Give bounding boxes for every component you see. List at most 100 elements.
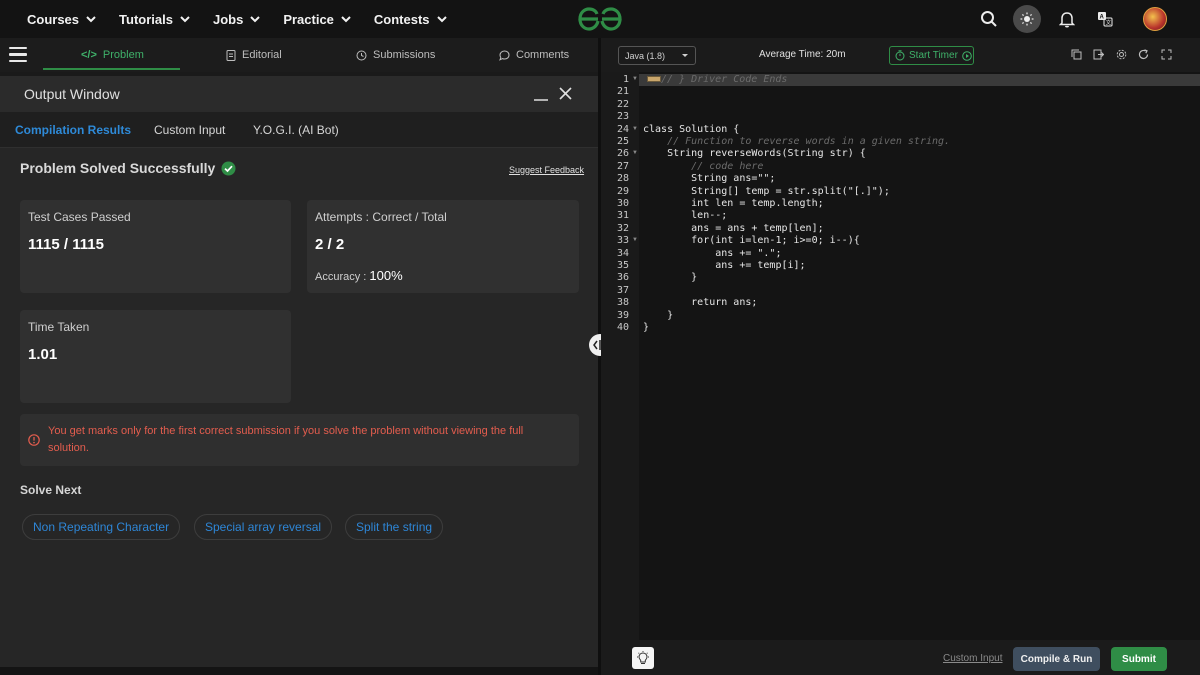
code-line-text: return ans; (643, 297, 758, 309)
chevron-down-icon (436, 16, 447, 23)
code-line-text: class Solution { (643, 123, 740, 135)
code-line-text: } (643, 272, 698, 284)
code-line-text: String[] temp = str.split("[.]"); (643, 185, 890, 197)
warning-banner: You get marks only for the first correct… (20, 414, 579, 466)
code-editor[interactable]: // } Driver Code Ends class Solution { //… (639, 72, 1200, 640)
fold-toggle-icon[interactable]: ▼ (632, 76, 638, 82)
line-number: 29 (616, 185, 629, 197)
reset-icon[interactable] (1138, 49, 1149, 60)
caret-down-icon (682, 54, 688, 57)
code-line: } (643, 322, 649, 334)
tab-comments[interactable]: Comments (499, 38, 569, 72)
code-line: for(int i=len-1; i>=0; i--){ (643, 235, 860, 247)
lightbulb-icon[interactable] (632, 647, 654, 669)
test-cases-card: Test Cases Passed 1115 / 1115 (20, 200, 291, 293)
tab-custom-input[interactable]: Custom Input (154, 112, 225, 148)
code-line-text: ans += "."; (643, 247, 782, 259)
result-status: Problem Solved Successfully (20, 160, 236, 176)
tab-compilation-results[interactable]: Compilation Results (15, 112, 131, 148)
fold-toggle-icon[interactable]: ▼ (632, 237, 638, 243)
code-line-text: int len = temp.length; (643, 198, 824, 209)
line-number: 35 (616, 260, 629, 271)
tab-problem[interactable]: </> Problem (81, 38, 144, 72)
warning-text: You get marks only for the first correct… (48, 425, 524, 454)
nav-practice-label: Practice (283, 11, 334, 27)
line-number: 31 (616, 210, 629, 222)
theme-toggle-icon[interactable] (1013, 5, 1041, 33)
import-file-icon[interactable] (1093, 49, 1104, 60)
code-line: String[] temp = str.split("[.]"); (643, 186, 890, 198)
search-icon[interactable] (975, 5, 1003, 33)
code-line: ans += "."; (643, 248, 781, 260)
submit-button[interactable]: Submit (1111, 647, 1167, 671)
nav-jobs-label: Jobs (212, 11, 244, 27)
tab-problem-label: Problem (102, 49, 144, 61)
tab-editorial-label: Editorial (242, 49, 282, 61)
code-line-text: for(int i=len-1; i>=0; i--){ (643, 235, 860, 247)
line-number: 27 (616, 160, 629, 172)
nav-practice[interactable]: Practice (283, 12, 352, 27)
language-select[interactable]: Java (1.8) (618, 46, 696, 65)
start-timer-button[interactable]: Start Timer (889, 46, 974, 65)
nav-contests-label: Contests (373, 11, 430, 27)
attempts-card: Attempts : Correct / Total 2 / 2 Accurac… (307, 200, 579, 293)
settings-gear-icon[interactable] (1116, 49, 1127, 60)
nav-jobs[interactable]: Jobs (213, 12, 261, 27)
gfg-logo[interactable] (576, 6, 624, 32)
tab-editorial[interactable]: Editorial (226, 38, 282, 72)
close-icon[interactable] (559, 87, 572, 100)
attempts-label: Attempts : Correct / Total (315, 210, 447, 224)
accuracy-value: 100% (369, 268, 403, 283)
nav-tutorials[interactable]: Tutorials (119, 12, 191, 27)
test-cases-value: 1115 / 1115 (28, 236, 104, 253)
test-cases-label: Test Cases Passed (28, 210, 131, 224)
problem-panel: </> Problem Editorial Submissions Commen… (0, 38, 598, 675)
line-number: 24 (616, 123, 629, 135)
output-window-header: Output Window (0, 76, 598, 112)
line-number: 30 (616, 198, 629, 209)
tab-submissions[interactable]: Submissions (356, 38, 435, 72)
tab-yogi-ai-bot[interactable]: Y.O.G.I. (AI Bot) (253, 112, 339, 148)
accuracy-label: Accuracy : (315, 271, 367, 283)
line-number: 34 (616, 247, 629, 259)
comment-icon (499, 49, 510, 61)
suggest-feedback-link[interactable]: Suggest Feedback (509, 165, 584, 175)
fold-toggle-icon[interactable]: ▼ (632, 150, 638, 156)
hamburger-menu-icon[interactable] (9, 47, 27, 62)
code-line-text: } (643, 309, 674, 321)
code-line: ans += temp[i]; (643, 260, 806, 272)
avatar[interactable] (1143, 7, 1167, 31)
folded-region-marker[interactable] (647, 76, 661, 82)
minimize-icon[interactable] (534, 88, 548, 102)
nav-contests[interactable]: Contests (374, 12, 448, 27)
line-number: 23 (616, 111, 629, 123)
code-line-text: ans = ans + temp[len]; (643, 222, 824, 234)
code-line: int len = temp.length; (643, 198, 824, 210)
code-brackets-icon: </> (81, 49, 97, 61)
code-line-text: String reverseWords(String str) { (643, 148, 866, 160)
translate-icon[interactable]: A文 (1091, 5, 1119, 33)
bell-icon[interactable] (1053, 5, 1081, 33)
tab-comments-label: Comments (516, 49, 570, 61)
stopwatch-icon (895, 50, 905, 61)
solve-next-chip[interactable]: Split the string (345, 514, 444, 540)
code-line: class Solution { (643, 124, 739, 136)
code-line-text: // code here (643, 160, 764, 172)
solve-next-chip[interactable]: Non Repeating Character (22, 514, 181, 540)
fullscreen-icon[interactable] (1161, 49, 1172, 60)
code-line-text: ans += temp[i]; (643, 260, 806, 271)
code-line: } (643, 310, 673, 322)
attempts-value: 2 / 2 (315, 236, 345, 253)
code-line: // code here (643, 161, 763, 173)
nav-courses[interactable]: Courses (27, 12, 97, 27)
fold-toggle-icon[interactable]: ▼ (632, 126, 638, 132)
code-line-text: } (643, 322, 650, 333)
code-line-text: len--; (643, 210, 728, 222)
solve-next-title: Solve Next (20, 483, 82, 497)
line-number-gutter: 1 ▼ 21 22 23 24 ▼ 25 26 ▼ 27 28 29 30 31 32 33 ▼ 34 35 36 37 3… (601, 72, 639, 640)
compile-run-button[interactable]: Compile & Run (1013, 647, 1100, 671)
solve-next-chip[interactable]: Special array reversal (194, 514, 333, 540)
copy-icon[interactable] (1071, 49, 1082, 60)
custom-input-link[interactable]: Custom Input (943, 653, 1002, 664)
code-line: String ans=""; (643, 173, 775, 185)
